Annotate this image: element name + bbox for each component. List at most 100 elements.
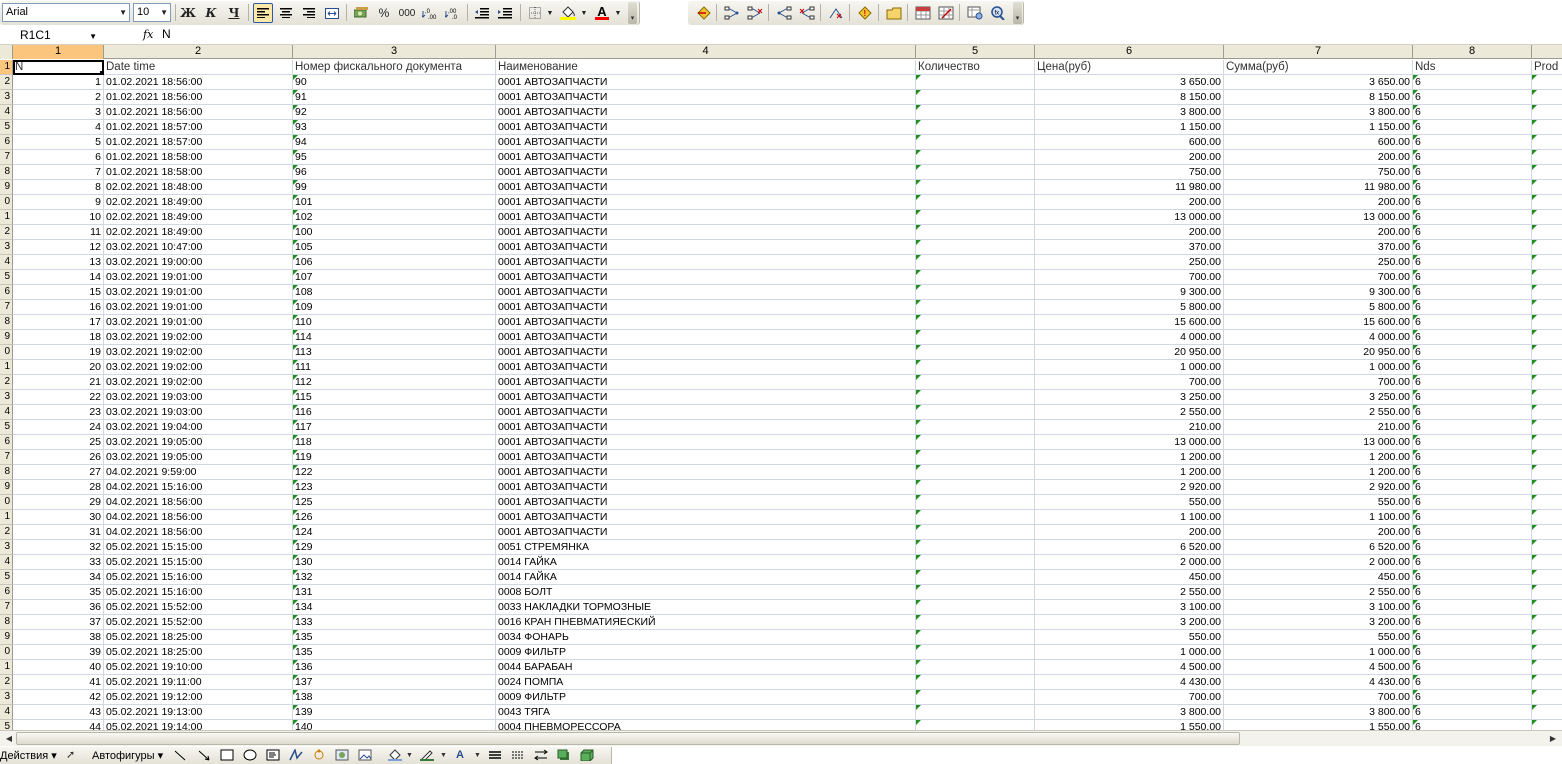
cell-nds[interactable]: 6 (1413, 180, 1532, 195)
cell-prod[interactable] (1532, 315, 1562, 330)
cell-n[interactable]: 3 (13, 105, 104, 120)
cell-price[interactable]: 750.00 (1035, 165, 1224, 180)
cell-prod[interactable] (1532, 570, 1562, 585)
cell-prod[interactable] (1532, 510, 1562, 525)
cell-n[interactable]: 6 (13, 150, 104, 165)
cell-prod[interactable] (1532, 165, 1562, 180)
cell-quantity[interactable] (916, 450, 1035, 465)
cell-name[interactable]: 0051 СТРЕМЯНКА (496, 540, 916, 555)
cell-datetime[interactable]: 03.02.2021 19:02:00 (104, 360, 293, 375)
cell-prod[interactable] (1532, 480, 1562, 495)
row-header[interactable]: 6 (0, 285, 13, 300)
picture-icon[interactable] (358, 749, 372, 761)
chevron-down-icon[interactable]: ▼ (119, 4, 127, 21)
cell-n[interactable]: 23 (13, 405, 104, 420)
cell-sum[interactable]: 2 550.00 (1224, 405, 1413, 420)
cell-n[interactable]: 8 (13, 180, 104, 195)
cell-datetime[interactable]: 03.02.2021 19:01:00 (104, 285, 293, 300)
cell-sum[interactable]: 550.00 (1224, 630, 1413, 645)
cell-datetime[interactable]: 03.02.2021 19:01:00 (104, 270, 293, 285)
cell-doc-number[interactable]: 131 (293, 585, 496, 600)
cell-nds[interactable]: 6 (1413, 195, 1532, 210)
cell-sum[interactable]: 750.00 (1224, 165, 1413, 180)
cell-n[interactable]: 40 (13, 660, 104, 675)
cell-sum[interactable]: 15 600.00 (1224, 315, 1413, 330)
cell-quantity[interactable] (916, 75, 1035, 90)
cell-price[interactable]: 2 550.00 (1035, 585, 1224, 600)
cell-nds[interactable]: 6 (1413, 75, 1532, 90)
cell-n[interactable]: 1 (13, 75, 104, 90)
percent-button[interactable]: % (374, 3, 394, 23)
cell-prod[interactable] (1532, 465, 1562, 480)
cell-sum[interactable]: 5 800.00 (1224, 300, 1413, 315)
cell-price[interactable]: 1 200.00 (1035, 450, 1224, 465)
cell-price[interactable]: 4 000.00 (1035, 330, 1224, 345)
line-style-icon[interactable] (488, 749, 502, 761)
cell-nds[interactable]: 6 (1413, 705, 1532, 720)
cell-nds[interactable]: 6 (1413, 390, 1532, 405)
cell-doc-number[interactable]: 134 (293, 600, 496, 615)
cell-n[interactable]: 20 (13, 360, 104, 375)
cell-datetime[interactable]: 01.02.2021 18:58:00 (104, 165, 293, 180)
cell-name[interactable]: 0001 АВТОЗАПЧАСТИ (496, 120, 916, 135)
cell-name[interactable]: 0044 БАРАБАН (496, 660, 916, 675)
cell-doc-number[interactable]: 130 (293, 555, 496, 570)
cell-prod[interactable] (1532, 135, 1562, 150)
cell-prod[interactable] (1532, 435, 1562, 450)
cell-doc-number[interactable]: 114 (293, 330, 496, 345)
cell-name[interactable]: 0001 АВТОЗАПЧАСТИ (496, 480, 916, 495)
cell-n[interactable]: 25 (13, 435, 104, 450)
cell-price[interactable]: 250.00 (1035, 255, 1224, 270)
row-header[interactable]: 5 (0, 270, 13, 285)
cell-doc-number[interactable]: 106 (293, 255, 496, 270)
cell-n[interactable]: 11 (13, 225, 104, 240)
scrollbar-thumb[interactable] (16, 732, 1240, 745)
cell-doc-number[interactable]: 135 (293, 630, 496, 645)
cell-sum[interactable]: 2 550.00 (1224, 585, 1413, 600)
cell-name[interactable]: 0001 АВТОЗАПЧАСТИ (496, 510, 916, 525)
oval-tool-icon[interactable] (243, 749, 257, 761)
cell-price[interactable]: 370.00 (1035, 240, 1224, 255)
cell-name[interactable]: 0016 КРАН ПНЕВМАТИЯЕСКИЙ (496, 615, 916, 630)
header-cell-nds[interactable]: Nds (1413, 60, 1532, 75)
formula-input[interactable]: N (162, 27, 171, 42)
column-header-9[interactable] (1532, 45, 1562, 59)
cell-name[interactable]: 0014 ГАЙКА (496, 555, 916, 570)
header-cell-n[interactable]: N (13, 60, 104, 75)
cell-nds[interactable]: 6 (1413, 615, 1532, 630)
cell-nds[interactable]: 6 (1413, 450, 1532, 465)
wordart-icon[interactable] (289, 749, 303, 761)
row-header[interactable]: 1 (0, 510, 13, 525)
cell-prod[interactable] (1532, 540, 1562, 555)
increase-indent-button[interactable] (495, 3, 515, 23)
cell-doc-number[interactable]: 115 (293, 390, 496, 405)
cell-datetime[interactable]: 05.02.2021 15:52:00 (104, 600, 293, 615)
cell-name[interactable]: 0001 АВТОЗАПЧАСТИ (496, 285, 916, 300)
show-watch-window-button[interactable] (965, 3, 985, 23)
cell-price[interactable]: 15 600.00 (1035, 315, 1224, 330)
cell-quantity[interactable] (916, 600, 1035, 615)
cell-prod[interactable] (1532, 390, 1562, 405)
cell-doc-number[interactable]: 137 (293, 675, 496, 690)
cell-datetime[interactable]: 05.02.2021 19:14:00 (104, 720, 293, 730)
cell-doc-number[interactable]: 94 (293, 135, 496, 150)
cell-nds[interactable]: 6 (1413, 600, 1532, 615)
cell-nds[interactable]: 6 (1413, 90, 1532, 105)
cell-price[interactable]: 2 550.00 (1035, 405, 1224, 420)
cell-name[interactable]: 0001 АВТОЗАПЧАСТИ (496, 195, 916, 210)
column-header-3[interactable]: 3 (293, 45, 496, 59)
row-header[interactable]: 5 (0, 720, 13, 730)
cell-quantity[interactable] (916, 510, 1035, 525)
cell-price[interactable]: 13 000.00 (1035, 210, 1224, 225)
cell-quantity[interactable] (916, 720, 1035, 730)
cell-sum[interactable]: 4 000.00 (1224, 330, 1413, 345)
cell-n[interactable]: 24 (13, 420, 104, 435)
cell-quantity[interactable] (916, 390, 1035, 405)
cell-price[interactable]: 3 200.00 (1035, 615, 1224, 630)
cell-doc-number[interactable]: 100 (293, 225, 496, 240)
trace-precedents-button[interactable] (722, 3, 742, 23)
cell-price[interactable]: 550.00 (1035, 495, 1224, 510)
cell-sum[interactable]: 2 920.00 (1224, 480, 1413, 495)
cell-quantity[interactable] (916, 150, 1035, 165)
cell-quantity[interactable] (916, 435, 1035, 450)
